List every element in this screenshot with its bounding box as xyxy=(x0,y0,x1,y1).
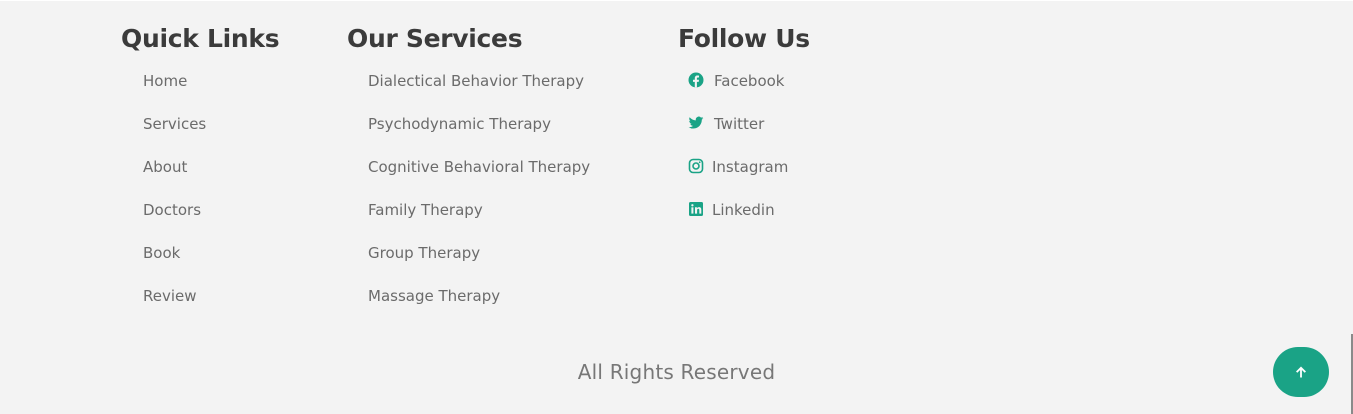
social-link-linkedin[interactable]: Linkedin xyxy=(688,200,775,220)
instagram-icon xyxy=(688,158,704,174)
social-link-twitter[interactable]: Twitter xyxy=(688,114,764,134)
service-link-family[interactable]: Family Therapy xyxy=(368,200,483,220)
social-label-linkedin: Linkedin xyxy=(712,201,775,219)
social-label-instagram: Instagram xyxy=(712,158,789,176)
quick-link-book[interactable]: Book xyxy=(143,243,180,263)
service-link-psychodynamic[interactable]: Psychodynamic Therapy xyxy=(368,114,551,134)
services-section: Our Services Dialectical Behavior Therap… xyxy=(347,22,590,305)
social-label-twitter: Twitter xyxy=(714,115,765,133)
quick-link-review[interactable]: Review xyxy=(143,286,197,306)
quick-link-about[interactable]: About xyxy=(143,157,187,177)
social-link-facebook[interactable]: Facebook xyxy=(688,71,784,91)
service-link-dialectical[interactable]: Dialectical Behavior Therapy xyxy=(368,71,584,91)
quick-link-home[interactable]: Home xyxy=(143,71,187,91)
quick-link-services[interactable]: Services xyxy=(143,114,206,134)
linkedin-icon xyxy=(688,201,704,217)
social-label-facebook: Facebook xyxy=(714,72,785,90)
service-link-cognitive[interactable]: Cognitive Behavioral Therapy xyxy=(368,157,590,177)
twitter-icon xyxy=(688,115,704,131)
scroll-to-top-button[interactable] xyxy=(1273,347,1329,397)
service-link-massage[interactable]: Massage Therapy xyxy=(368,286,500,306)
service-link-group[interactable]: Group Therapy xyxy=(368,243,480,263)
services-heading: Our Services xyxy=(347,24,523,53)
social-link-instagram[interactable]: Instagram xyxy=(688,157,788,177)
quick-link-doctors[interactable]: Doctors xyxy=(143,200,201,220)
arrow-up-icon xyxy=(1296,366,1306,378)
follow-section: Follow Us Facebook Twitter Instagram Lin… xyxy=(678,22,810,219)
facebook-icon xyxy=(688,72,704,88)
quick-links-section: Quick Links Home Services About Doctors … xyxy=(121,22,280,305)
follow-heading: Follow Us xyxy=(678,24,810,53)
top-divider xyxy=(0,0,1353,1)
quick-links-heading: Quick Links xyxy=(121,24,280,53)
copyright-text: All Rights Reserved xyxy=(577,360,776,384)
